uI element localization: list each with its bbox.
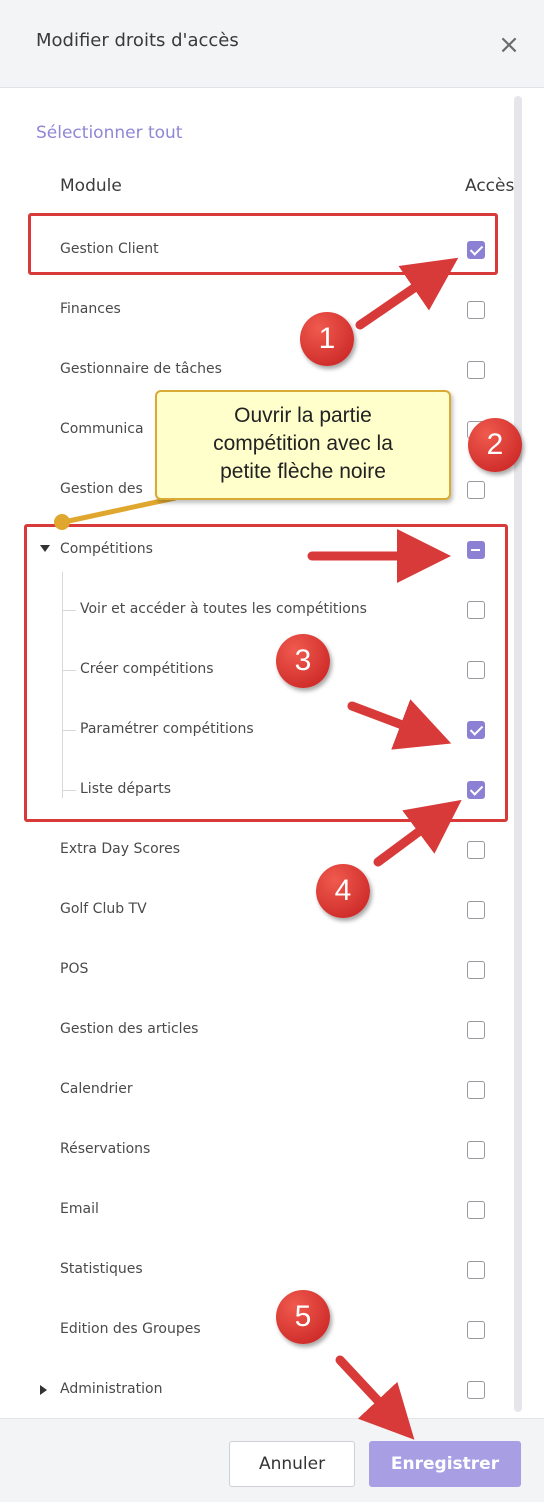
access-checkbox[interactable] <box>467 301 485 319</box>
module-row: Finances <box>0 280 544 340</box>
callout-line: Ouvrir la partie <box>234 404 372 427</box>
module-row: Email <box>0 1180 544 1240</box>
access-checkbox[interactable] <box>467 841 485 859</box>
column-header-module: Module <box>60 176 122 196</box>
module-label: Administration <box>60 1381 163 1397</box>
close-icon[interactable]: × <box>494 30 524 60</box>
module-row: Statistiques <box>0 1240 544 1300</box>
access-checkbox[interactable] <box>467 541 485 559</box>
save-button[interactable]: Enregistrer <box>369 1441 521 1487</box>
access-checkbox[interactable] <box>467 361 485 379</box>
access-checkbox[interactable] <box>467 781 485 799</box>
access-checkbox[interactable] <box>467 1021 485 1039</box>
access-checkbox[interactable] <box>467 1141 485 1159</box>
module-row: Gestion Client <box>0 220 544 280</box>
access-checkbox[interactable] <box>467 601 485 619</box>
module-row: Réservations <box>0 1120 544 1180</box>
module-label: Gestion Client <box>60 241 159 257</box>
module-subrow: Paramétrer compétitions <box>0 700 544 760</box>
access-checkbox[interactable] <box>467 241 485 259</box>
module-row: Golf Club TV <box>0 880 544 940</box>
access-checkbox[interactable] <box>467 481 485 499</box>
access-checkbox[interactable] <box>467 1201 485 1219</box>
access-rights-dialog: Modifier droits d'accès × Sélectionner t… <box>0 0 544 1502</box>
module-label: Edition des Groupes <box>60 1321 201 1337</box>
module-label: Créer compétitions <box>80 661 214 677</box>
module-row: Administration <box>0 1360 544 1420</box>
cancel-button[interactable]: Annuler <box>229 1441 355 1487</box>
module-row: Compétitions <box>0 520 544 580</box>
step-badge-5: 5 <box>276 1290 330 1344</box>
module-subrow: Créer compétitions <box>0 640 544 700</box>
module-label: Gestionnaire de tâches <box>60 361 222 377</box>
access-checkbox[interactable] <box>467 721 485 739</box>
access-checkbox[interactable] <box>467 661 485 679</box>
module-label: Gestion des articles <box>60 1021 199 1037</box>
tree-branch <box>62 790 76 791</box>
step-badge-3: 3 <box>276 634 330 688</box>
column-header-access: Accès <box>465 176 515 196</box>
tree-branch <box>62 730 76 731</box>
module-row: Calendrier <box>0 1060 544 1120</box>
dialog-title: Modifier droits d'accès <box>36 30 239 51</box>
module-subrow: Liste départs <box>0 760 544 820</box>
access-checkbox[interactable] <box>467 1081 485 1099</box>
tree-branch <box>62 610 76 611</box>
caret-right-icon[interactable] <box>40 1385 47 1395</box>
module-label: Calendrier <box>60 1081 133 1097</box>
callout-line: compétition avec la <box>213 432 393 455</box>
access-checkbox[interactable] <box>467 901 485 919</box>
tree-branch <box>62 670 76 671</box>
module-label: Compétitions <box>60 541 153 557</box>
module-label: Finances <box>60 301 121 317</box>
module-row: Edition des Groupes <box>0 1300 544 1360</box>
caret-down-icon[interactable] <box>40 545 50 552</box>
module-label: Paramétrer compétitions <box>80 721 254 737</box>
module-row: POS <box>0 940 544 1000</box>
module-label: Gestion des <box>60 481 143 497</box>
dialog-header: Modifier droits d'accès × <box>0 0 544 88</box>
module-row: Gestion des articles <box>0 1000 544 1060</box>
step-badge-1: 1 <box>300 312 354 366</box>
module-label: POS <box>60 961 89 977</box>
module-row: Extra Day Scores <box>0 820 544 880</box>
module-label: Réservations <box>60 1141 151 1157</box>
callout-line: petite flèche noire <box>220 460 386 483</box>
step-badge-2: 2 <box>468 418 522 472</box>
access-checkbox[interactable] <box>467 1261 485 1279</box>
module-label: Golf Club TV <box>60 901 147 917</box>
module-label: Liste départs <box>80 781 172 797</box>
access-checkbox[interactable] <box>467 1321 485 1339</box>
module-label: Communica <box>60 421 144 437</box>
select-all-link[interactable]: Sélectionner tout <box>36 123 182 143</box>
module-label: Email <box>60 1201 99 1217</box>
access-checkbox[interactable] <box>467 961 485 979</box>
instruction-callout: Ouvrir la partie compétition avec la pet… <box>155 390 451 500</box>
module-label: Extra Day Scores <box>60 841 181 857</box>
step-badge-4: 4 <box>316 864 370 918</box>
module-subrow: Voir et accéder à toutes les compétition… <box>0 580 544 640</box>
access-checkbox[interactable] <box>467 1381 485 1399</box>
module-label: Statistiques <box>60 1261 143 1277</box>
module-label: Voir et accéder à toutes les compétition… <box>80 601 367 617</box>
